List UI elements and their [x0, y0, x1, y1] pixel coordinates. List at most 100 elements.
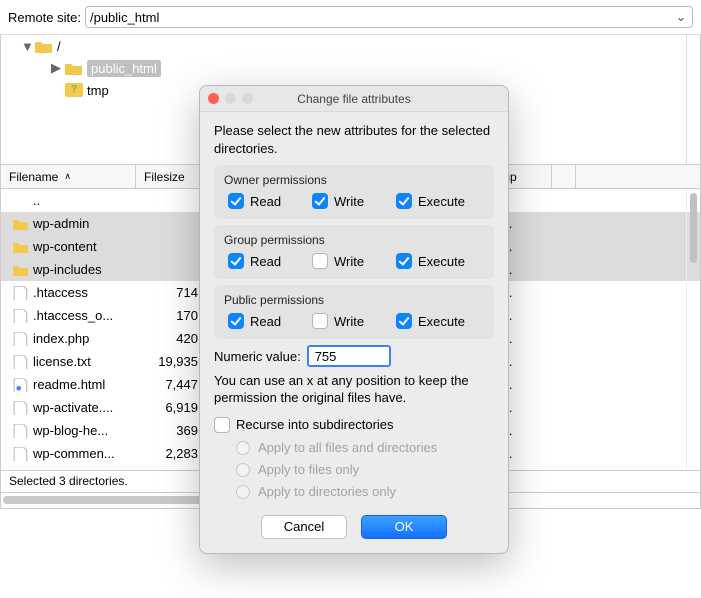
- public-execute-checkbox[interactable]: Execute: [396, 313, 480, 329]
- file-name: .htaccess: [33, 285, 88, 300]
- file-name-cell: .htaccess: [7, 285, 142, 300]
- group-execute-checkbox[interactable]: Execute: [396, 253, 480, 269]
- perm-text: Read: [250, 254, 281, 269]
- remote-site-label: Remote site:: [8, 10, 81, 25]
- chevron-down-icon[interactable]: ⌄: [674, 9, 688, 25]
- file-icon: [13, 470, 29, 472]
- numeric-value-input[interactable]: [307, 345, 391, 367]
- disclosure-closed-icon[interactable]: ▶: [51, 60, 65, 76]
- owner-write-checkbox[interactable]: Write: [312, 193, 396, 209]
- radio: [236, 463, 250, 477]
- recurse-label: Recurse into subdirectories: [236, 417, 394, 432]
- radio-apply-dirs: Apply to directories only: [236, 481, 494, 503]
- group-read-checkbox[interactable]: Read: [228, 253, 312, 269]
- dialog-intro: Please select the new attributes for the…: [214, 122, 494, 157]
- file-size-cell: 6,919: [142, 400, 204, 415]
- checkbox[interactable]: [396, 313, 412, 329]
- checkbox[interactable]: [228, 253, 244, 269]
- close-icon[interactable]: [208, 93, 219, 104]
- disclosure-open-icon[interactable]: ▼: [21, 39, 35, 54]
- folder-icon: [13, 263, 29, 277]
- radio: [236, 441, 250, 455]
- public-write-checkbox[interactable]: Write: [312, 313, 396, 329]
- file-name-cell: wp-admin: [7, 216, 142, 231]
- checkbox[interactable]: [312, 193, 328, 209]
- window-controls: [208, 93, 253, 104]
- radio-label: Apply to files only: [258, 462, 359, 477]
- recurse-options: Apply to all files and directories Apply…: [236, 437, 494, 503]
- file-name: index.php: [33, 331, 89, 346]
- perm-text: Execute: [418, 254, 465, 269]
- radio-label: Apply to all files and directories: [258, 440, 437, 455]
- radio-label: Apply to directories only: [258, 484, 396, 499]
- checkbox[interactable]: [396, 253, 412, 269]
- checkbox[interactable]: [312, 253, 328, 269]
- column-filesize[interactable]: Filesize: [136, 165, 204, 188]
- question-folder-icon: ?: [65, 83, 83, 97]
- file-name: wp-commen...: [33, 446, 115, 461]
- group-write-checkbox[interactable]: Write: [312, 253, 396, 269]
- dialog-titlebar: Change file attributes: [200, 86, 508, 112]
- file-size-cell: 369: [142, 423, 204, 438]
- ok-button[interactable]: OK: [361, 515, 447, 539]
- file-name: wp-blog-he...: [33, 423, 108, 438]
- numeric-value-label: Numeric value:: [214, 349, 301, 364]
- folder-icon: [65, 61, 83, 75]
- tree-vertical-scrollbar[interactable]: [686, 35, 700, 164]
- tree-row[interactable]: ▶ public_html: [1, 57, 700, 79]
- cancel-button[interactable]: Cancel: [261, 515, 347, 539]
- perm-text: Read: [250, 194, 281, 209]
- checkbox[interactable]: [228, 313, 244, 329]
- perm-text: Read: [250, 314, 281, 329]
- perm-section-label: Owner permissions: [224, 173, 484, 187]
- checkbox[interactable]: [228, 193, 244, 209]
- radio-apply-all: Apply to all files and directories: [236, 437, 494, 459]
- minimize-icon: [225, 93, 236, 104]
- remote-path-combo[interactable]: ⌄: [85, 6, 693, 28]
- file-name: wp-content: [33, 239, 97, 254]
- recurse-checkbox[interactable]: Recurse into subdirectories: [214, 417, 494, 433]
- up-icon: [13, 194, 29, 208]
- public-permissions-block: Public permissions Read Write Execute: [214, 285, 494, 339]
- perm-section-label: Public permissions: [224, 293, 484, 307]
- folder-icon: [13, 240, 29, 254]
- file-name: ..: [33, 193, 40, 208]
- column-scroll-spacer: [552, 165, 576, 188]
- file-icon: [13, 447, 29, 461]
- file-name: readme.html: [33, 377, 105, 392]
- dialog-buttons: Cancel OK: [214, 515, 494, 539]
- file-name: license.txt: [33, 354, 91, 369]
- sort-ascending-icon: ∧: [64, 171, 71, 182]
- tree-row-root[interactable]: ▼ /: [1, 35, 700, 57]
- file-name-cell: wp-blog-he...: [7, 423, 142, 438]
- file-name-cell: wp-activate....: [7, 400, 142, 415]
- file-icon: [13, 309, 29, 323]
- public-read-checkbox[interactable]: Read: [228, 313, 312, 329]
- radio: [236, 485, 250, 499]
- scrollbar-thumb[interactable]: [690, 193, 697, 263]
- perm-section-label: Group permissions: [224, 233, 484, 247]
- perm-text: Execute: [418, 314, 465, 329]
- folder-icon: [13, 217, 29, 231]
- numeric-value-row: Numeric value:: [214, 345, 494, 367]
- perm-text: Write: [334, 254, 364, 269]
- file-icon: [13, 355, 29, 369]
- file-size-cell: 2,898: [142, 469, 204, 471]
- checkbox[interactable]: [396, 193, 412, 209]
- list-vertical-scrollbar[interactable]: [686, 189, 700, 470]
- owner-read-checkbox[interactable]: Read: [228, 193, 312, 209]
- column-label: Filesize: [144, 170, 185, 184]
- file-name-cell: .htaccess_o...: [7, 308, 142, 323]
- checkbox[interactable]: [214, 417, 230, 433]
- owner-execute-checkbox[interactable]: Execute: [396, 193, 480, 209]
- file-name-cell: index.php: [7, 331, 142, 346]
- checkbox[interactable]: [312, 313, 328, 329]
- change-attributes-dialog: Change file attributes Please select the…: [199, 85, 509, 554]
- tree-item-label: public_html: [87, 60, 161, 77]
- column-filename[interactable]: Filename ∧: [1, 165, 136, 188]
- html-icon: [13, 378, 29, 392]
- folder-icon: [35, 39, 53, 53]
- file-icon: [13, 332, 29, 346]
- file-size-cell: 19,935: [142, 354, 204, 369]
- remote-path-input[interactable]: [90, 10, 674, 25]
